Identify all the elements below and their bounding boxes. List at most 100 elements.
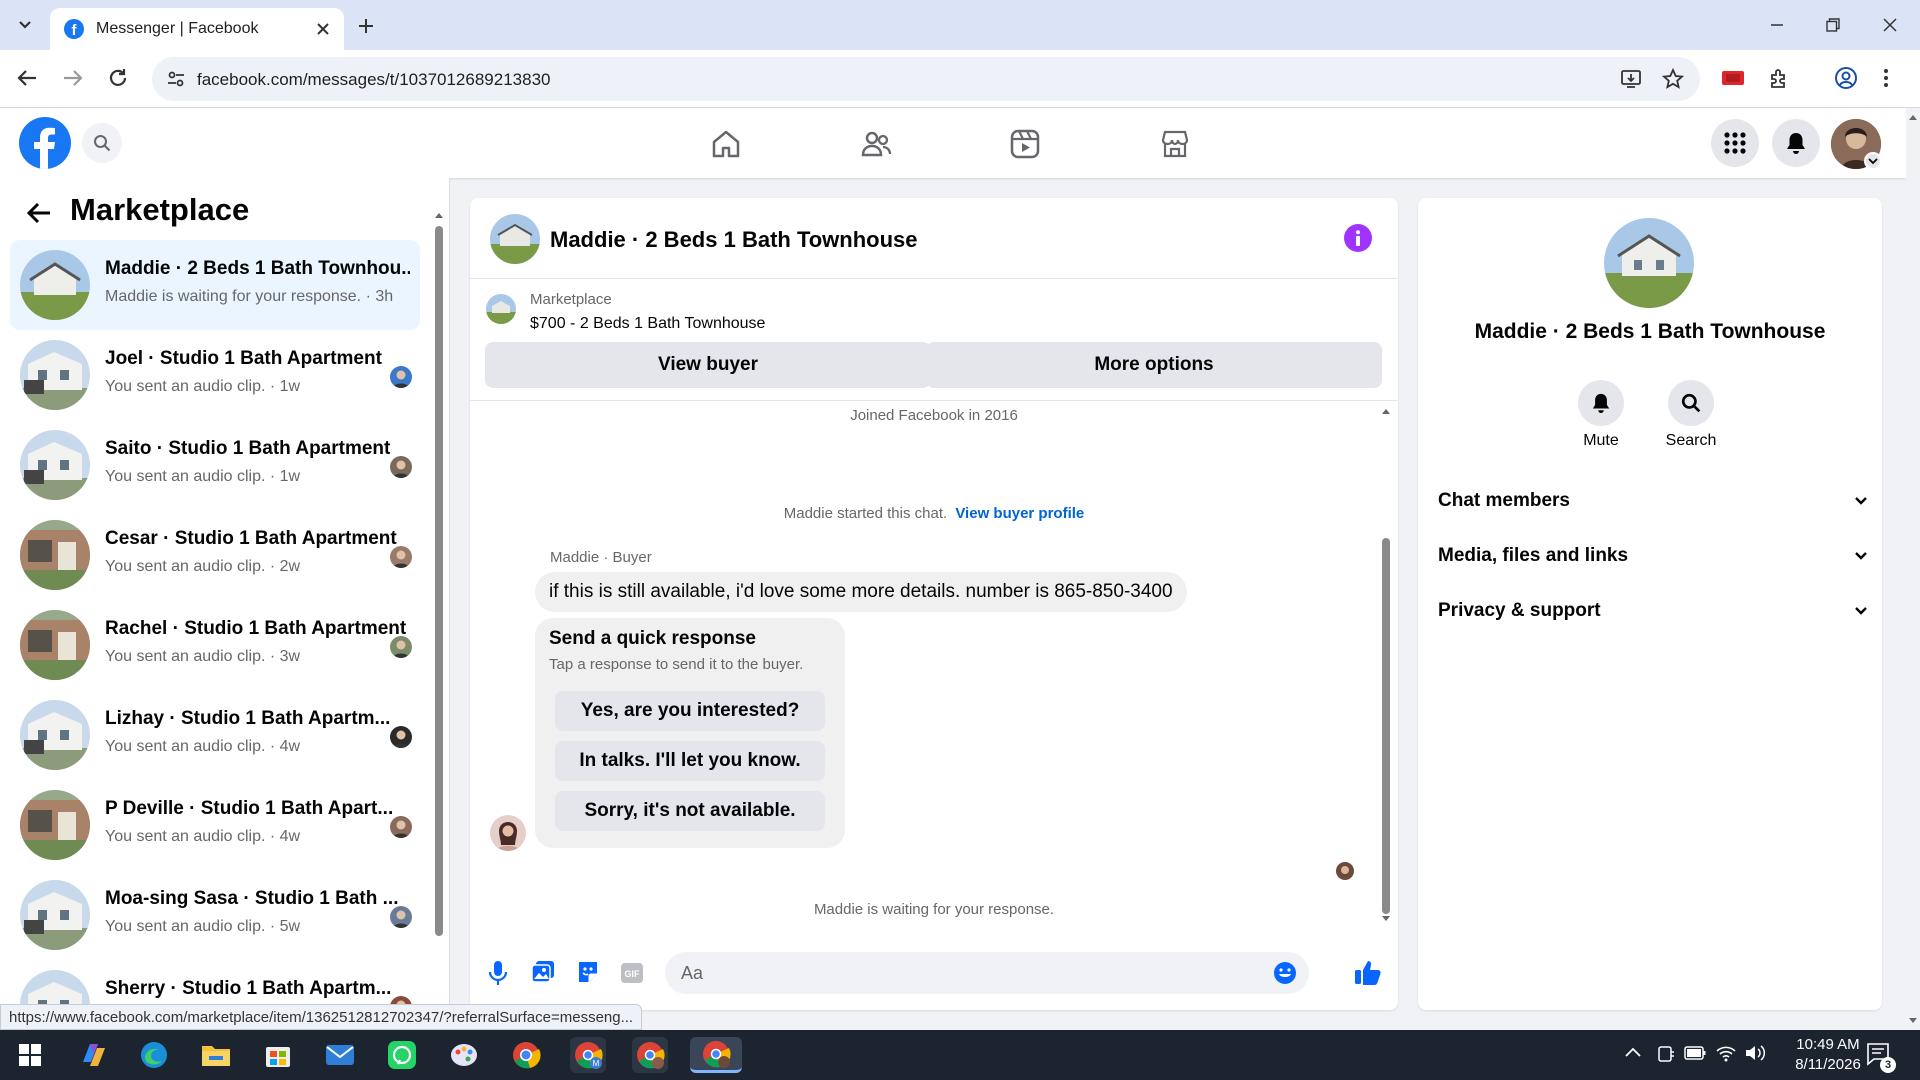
quick-response-not-available[interactable]: Sorry, it's not available. — [555, 791, 825, 831]
extensions-puzzle-icon[interactable] — [1768, 67, 1792, 91]
friends-icon — [861, 131, 892, 157]
gif-button[interactable]: GIF — [620, 962, 644, 984]
install-app-icon[interactable] — [1620, 69, 1642, 89]
conversation-list-scrollbar[interactable] — [434, 208, 444, 1028]
nav-marketplace[interactable] — [1159, 128, 1191, 160]
close-window-button[interactable] — [1877, 12, 1903, 38]
facebook-logo-icon[interactable] — [19, 117, 71, 169]
arrow-left-icon — [26, 202, 50, 224]
listing-price[interactable]: $700 - 2 Beds 1 Bath Townhouse — [530, 315, 765, 333]
chrome-active-app[interactable] — [690, 1037, 742, 1073]
browser-menu-icon[interactable] — [1882, 66, 1890, 90]
emoji-button[interactable] — [1273, 961, 1297, 985]
copilot-app[interactable] — [76, 1037, 112, 1073]
start-button[interactable] — [12, 1037, 48, 1073]
nav-friends[interactable] — [860, 128, 892, 160]
file-explorer-app[interactable] — [198, 1037, 234, 1073]
participant-avatar — [390, 366, 412, 388]
chrome-profile-m-app[interactable]: M — [570, 1037, 606, 1073]
conversation-item[interactable]: Saito · Studio 1 Bath Apartment You sent … — [10, 420, 420, 510]
conversation-name: Joel · Studio 1 Bath Apartment — [105, 348, 382, 369]
chrome-app[interactable] — [508, 1037, 544, 1073]
conversation-preview: You sent an audio clip. · 4w — [105, 738, 301, 755]
conversation-item[interactable]: Lizhay · Studio 1 Bath Apartm... You sent… — [10, 690, 420, 780]
voice-clip-button[interactable] — [488, 960, 508, 986]
edge-app[interactable] — [136, 1037, 172, 1073]
section-label: Media, files and links — [1438, 545, 1629, 566]
nav-home[interactable] — [710, 128, 742, 160]
store-app[interactable] — [260, 1037, 296, 1073]
account-chevron-icon[interactable] — [1864, 152, 1882, 170]
like-button[interactable] — [1354, 959, 1382, 985]
bookmark-star-icon[interactable] — [1662, 68, 1684, 90]
wifi-icon[interactable] — [1716, 1044, 1736, 1062]
volume-icon[interactable] — [1744, 1044, 1766, 1062]
details-title: Maddie · 2 Beds 1 Bath Townhouse — [1474, 320, 1826, 343]
site-info-icon[interactable] — [166, 69, 186, 89]
page-scrollbar[interactable] — [1906, 108, 1920, 1030]
buyer-avatar[interactable] — [490, 815, 526, 851]
notifications-button[interactable] — [1772, 119, 1820, 167]
conversation-item[interactable]: Cesar · Studio 1 Bath Apartment You sent … — [10, 510, 420, 600]
nav-reels[interactable] — [1009, 128, 1041, 160]
attach-photo-button[interactable] — [531, 960, 555, 984]
conversation-item[interactable]: Maddie · 2 Beds 1 Bath Townhou... Maddie … — [10, 240, 420, 330]
menu-button[interactable] — [1711, 119, 1759, 167]
conversation-item[interactable]: Rachel · Studio 1 Bath Apartment You sent… — [10, 600, 420, 690]
forward-button[interactable] — [62, 67, 84, 89]
chevron-down-icon — [1855, 497, 1867, 505]
section-media-files-links[interactable]: Media, files and links — [1438, 536, 1868, 576]
participant-avatar — [390, 546, 412, 568]
whatsapp-app[interactable] — [384, 1037, 420, 1073]
minimize-button[interactable] — [1764, 12, 1790, 38]
incoming-message[interactable]: if this is still available, i'd love som… — [535, 572, 1187, 612]
section-privacy-support[interactable]: Privacy & support — [1438, 591, 1868, 631]
listing-thumbnail[interactable] — [486, 294, 516, 324]
chat-scrollbar[interactable] — [1380, 404, 1392, 924]
conversation-info-button[interactable] — [1344, 224, 1372, 252]
conversation-item[interactable]: P Deville · Studio 1 Bath Apart... You se… — [10, 780, 420, 870]
battery-icon[interactable] — [1684, 1046, 1706, 1060]
extension-red-icon[interactable] — [1720, 67, 1746, 91]
browser-tab-messenger[interactable]: f Messenger | Facebook — [50, 8, 344, 50]
marketplace-icon — [1161, 130, 1189, 158]
close-tab-icon[interactable] — [316, 22, 330, 36]
quick-response-yes[interactable]: Yes, are you interested? — [555, 691, 825, 731]
restore-button[interactable] — [1820, 12, 1846, 38]
section-chat-members[interactable]: Chat members — [1438, 481, 1868, 521]
conversation-name: Cesar · Studio 1 Bath Apartment — [105, 528, 397, 549]
conversation-item[interactable]: Joel · Studio 1 Bath Apartment You sent a… — [10, 330, 420, 420]
bell-icon — [1592, 393, 1610, 413]
back-button[interactable] — [16, 67, 38, 89]
clock[interactable]: 10:49 AM 8/11/2026 — [1778, 1035, 1878, 1075]
browser-toolbar: facebook.com/messages/t/1037012689213830 — [0, 50, 1920, 108]
new-tab-button[interactable] — [352, 12, 380, 40]
participant-avatar — [390, 906, 412, 928]
chat-title[interactable]: Maddie · 2 Beds 1 Bath Townhouse — [550, 227, 918, 253]
chat-header-avatar[interactable] — [490, 214, 540, 264]
search-button[interactable] — [82, 123, 122, 163]
paint-app[interactable] — [446, 1037, 482, 1073]
tray-display-icon[interactable] — [1656, 1044, 1676, 1064]
chevron-down-icon — [19, 21, 31, 29]
sticker-button[interactable] — [576, 960, 600, 984]
emoji-icon — [1274, 962, 1296, 984]
chrome-profile-b-app[interactable] — [632, 1037, 668, 1073]
tab-search-button[interactable] — [12, 12, 38, 38]
address-bar[interactable]: facebook.com/messages/t/1037012689213830 — [152, 57, 1700, 101]
reload-button[interactable] — [107, 67, 129, 89]
profile-icon[interactable] — [1834, 66, 1858, 90]
back-to-chats-button[interactable] — [26, 202, 52, 224]
search-conversation-button[interactable] — [1668, 380, 1714, 426]
quick-response-in-talks[interactable]: In talks. I'll let you know. — [555, 741, 825, 781]
message-input[interactable]: Aa — [665, 952, 1309, 994]
conversation-item[interactable]: Moa-sing Sasa · Studio 1 Bath ... You sen… — [10, 870, 420, 960]
mail-app[interactable] — [322, 1037, 358, 1073]
mute-button[interactable] — [1578, 380, 1624, 426]
view-buyer-profile-link[interactable]: View buyer profile — [955, 505, 1084, 522]
sender-label: Maddie · Buyer — [550, 549, 652, 566]
show-hidden-icons[interactable] — [1624, 1046, 1642, 1058]
view-buyer-button[interactable]: View buyer — [485, 342, 931, 388]
more-options-button[interactable]: More options — [926, 342, 1382, 388]
details-avatar[interactable] — [1604, 218, 1694, 308]
